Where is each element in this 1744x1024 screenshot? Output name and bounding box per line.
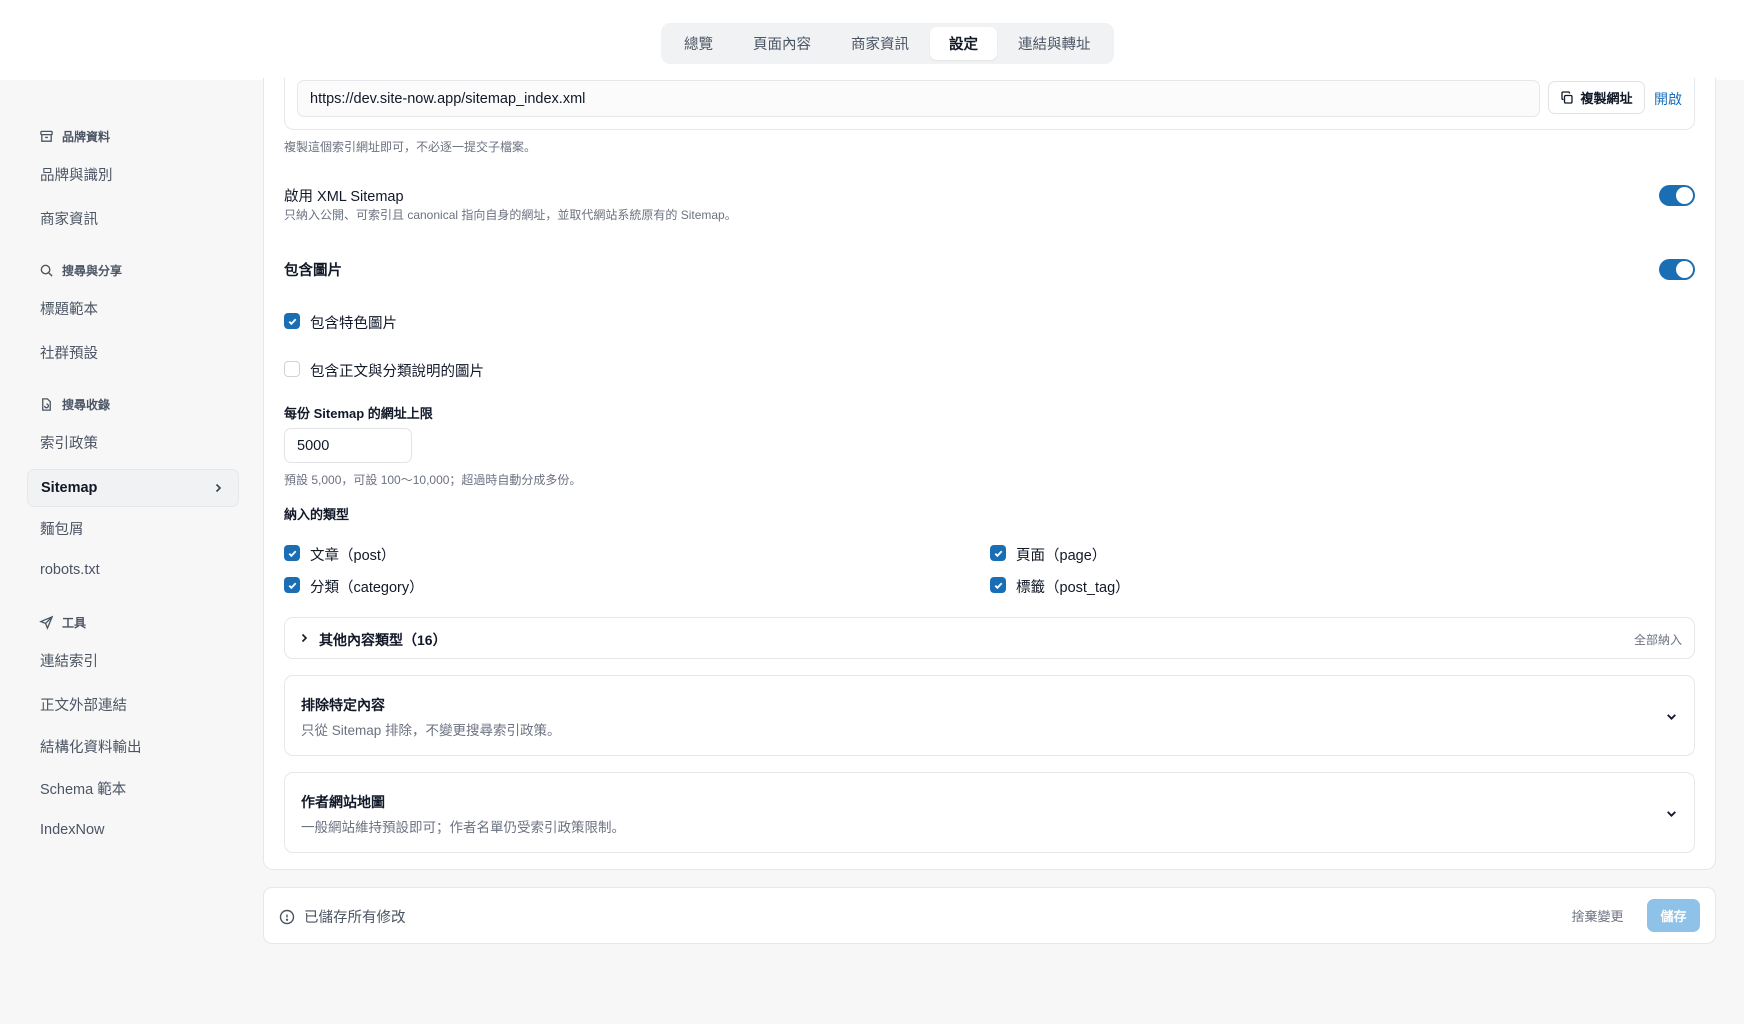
check-icon [994, 550, 1002, 557]
copy-url-label: 複製網址 [1580, 91, 1633, 106]
sidebar-group-label: 搜尋與分享 [62, 264, 123, 278]
save-bar [263, 887, 1716, 944]
sidebar-group-search-share: 搜尋與分享 [39, 262, 122, 279]
sidebar-item-sitemap[interactable]: Sitemap [27, 469, 239, 507]
sidebar-group-tools: 工具 [39, 614, 86, 631]
enable-xml-toggle[interactable] [1659, 185, 1695, 206]
sidebar-item-robots[interactable]: robots.txt [27, 551, 239, 589]
author-sitemap-title: 作者網站地圖 [301, 794, 385, 810]
sidebar-group-brand: 品牌資料 [39, 128, 110, 145]
exclude-content-desc: 只從 Sitemap 排除，不變更搜尋索引政策。 [301, 723, 561, 738]
tab-settings[interactable]: 設定 [930, 27, 997, 60]
sidebar-item-brand-identity[interactable]: 品牌與識別 [27, 155, 239, 193]
other-types-accordion[interactable]: 其他內容類型（16） 全部納入 [284, 617, 1695, 659]
enable-xml-help: 只納入公開、可索引且 canonical 指向自身的網址，並取代網站系統原有的 … [284, 208, 737, 222]
other-types-label: 其他內容類型（16） [319, 632, 447, 648]
type-post-checkbox[interactable] [284, 545, 300, 561]
copy-url-button[interactable]: 複製網址 [1548, 81, 1645, 114]
info-circle-icon [279, 909, 295, 924]
sidebar-item-business-info[interactable]: 商家資訊 [27, 199, 239, 237]
type-category-label: 分類（category） [310, 580, 424, 596]
tab-links-redirects[interactable]: 連結與轉址 [999, 27, 1110, 60]
type-post-label: 文章（post） [310, 548, 396, 564]
open-sitemap-link[interactable]: 開啟 [1654, 89, 1682, 109]
url-limit-label: 每份 Sitemap 的網址上限 [284, 406, 433, 421]
chevron-down-icon [1667, 714, 1676, 720]
featured-images-label: 包含特色圖片 [310, 316, 397, 332]
url-limit-input[interactable]: 5000 [284, 428, 412, 463]
search-icon [40, 264, 53, 277]
top-bar: 總覽 頁面內容 商家資訊 設定 連結與轉址 [0, 0, 1744, 80]
sidebar-item-structured-data[interactable]: 結構化資料輸出 [27, 727, 239, 765]
include-images-label: 包含圖片 [284, 263, 342, 279]
sidebar-item-schema-template[interactable]: Schema 範本 [27, 769, 239, 807]
author-sitemap-desc: 一般網站維持預設即可；作者名單仍受索引政策限制。 [301, 820, 625, 835]
tab-page-content[interactable]: 頁面內容 [734, 27, 830, 60]
sidebar-group-label: 搜尋收錄 [62, 398, 111, 412]
type-tag-checkbox[interactable] [990, 577, 1006, 593]
tab-overview[interactable]: 總覽 [665, 27, 732, 60]
tab-business-info[interactable]: 商家資訊 [832, 27, 928, 60]
sidebar-item-link-index[interactable]: 連結索引 [27, 641, 239, 679]
sidebar-item-breadcrumb[interactable]: 麵包屑 [27, 509, 239, 547]
file-refresh-icon [42, 398, 51, 411]
check-icon [288, 318, 296, 325]
sidebar-group-label: 品牌資料 [62, 130, 111, 144]
sidebar-item-index-policy[interactable]: 索引政策 [27, 423, 239, 461]
discard-changes-button[interactable]: 捨棄變更 [1561, 900, 1634, 931]
include-images-toggle[interactable] [1659, 259, 1695, 280]
content-images-label: 包含正文與分類說明的圖片 [310, 364, 484, 380]
sidebar-group-label: 工具 [62, 616, 87, 630]
sidebar-item-label: Sitemap [41, 480, 98, 496]
archive-icon [40, 130, 53, 142]
exclude-content-title: 排除特定內容 [301, 697, 385, 713]
exclude-content-accordion[interactable]: 排除特定內容 只從 Sitemap 排除，不變更搜尋索引政策。 [284, 675, 1695, 756]
type-page-checkbox[interactable] [990, 545, 1006, 561]
save-status: 已儲存所有修改 [279, 906, 406, 927]
include-all-button[interactable]: 全部納入 [1634, 631, 1682, 648]
top-tabs: 總覽 頁面內容 商家資訊 設定 連結與轉址 [661, 23, 1114, 64]
sidebar-item-indexnow[interactable]: IndexNow [27, 811, 239, 849]
sitemap-url-help: 複製這個索引網址即可，不必逐一提交子檔案。 [284, 140, 537, 154]
copy-icon [1561, 90, 1574, 104]
check-icon [994, 582, 1002, 589]
types-label: 納入的類型 [284, 507, 350, 522]
chevron-right-icon [215, 483, 222, 493]
send-icon [39, 615, 54, 630]
type-page-label: 頁面（page） [1016, 548, 1107, 564]
chevron-right-icon [301, 633, 308, 643]
chevron-down-icon [1667, 811, 1676, 817]
sidebar-group-indexing: 搜尋收錄 [39, 396, 110, 413]
check-icon [288, 550, 296, 557]
type-tag-label: 標籤（post_tag） [1016, 580, 1130, 596]
author-sitemap-accordion[interactable]: 作者網站地圖 一般網站維持預設即可；作者名單仍受索引政策限制。 [284, 772, 1695, 853]
check-icon [288, 582, 296, 589]
content-images-checkbox[interactable] [284, 361, 300, 377]
type-category-checkbox[interactable] [284, 577, 300, 593]
sidebar-item-social-defaults[interactable]: 社群預設 [27, 333, 239, 371]
sitemap-url-field[interactable]: https://dev.site-now.app/sitemap_index.x… [297, 80, 1540, 117]
enable-xml-label: 啟用 XML Sitemap [284, 189, 404, 205]
featured-images-checkbox[interactable] [284, 313, 300, 329]
sidebar-item-title-template[interactable]: 標題範本 [27, 289, 239, 327]
url-limit-help: 預設 5,000，可設 100～10,000；超過時自動分成多份。 [284, 473, 582, 487]
save-status-text: 已儲存所有修改 [304, 910, 406, 926]
sidebar-item-external-links[interactable]: 正文外部連結 [27, 685, 239, 723]
save-button[interactable]: 儲存 [1647, 899, 1700, 932]
